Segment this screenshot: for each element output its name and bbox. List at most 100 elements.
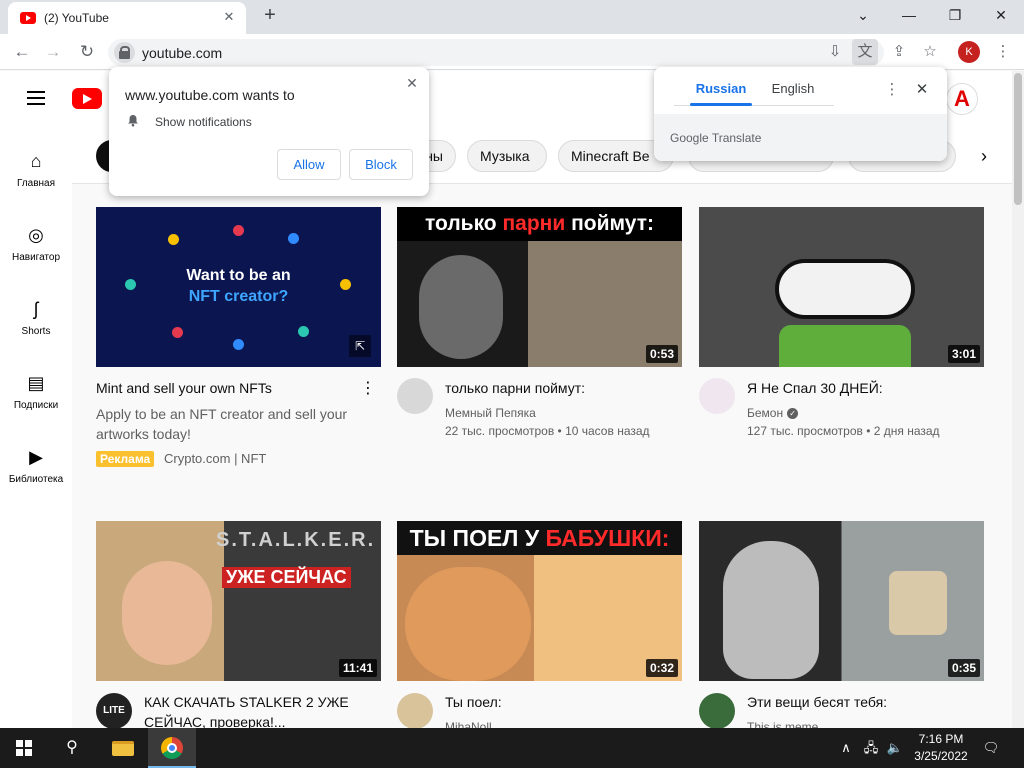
profile-avatar[interactable]: K xyxy=(958,41,980,63)
ad-advertiser[interactable]: Crypto.com | NFT xyxy=(164,450,266,468)
guide-sidebar: ⌂ Главная ◎ Навигатор ʃ Shorts ▤ Подписк… xyxy=(0,128,72,728)
allow-button[interactable]: Allow xyxy=(277,149,341,180)
caption-part: БАБУШКИ: xyxy=(545,525,670,551)
guide-item-label: Shorts xyxy=(21,326,51,337)
share-icon[interactable]: ⇪ xyxy=(886,39,912,65)
video-thumbnail[interactable]: только парни поймут: 0:53 xyxy=(397,207,682,367)
external-link-icon[interactable]: ⇱ xyxy=(349,335,371,357)
chip-music[interactable]: Музыка xyxy=(467,140,547,172)
duration-badge: 3:01 xyxy=(947,345,980,363)
channel-name[interactable]: Бемон ✓ xyxy=(747,404,799,422)
active-tab-indicator xyxy=(690,103,752,106)
video-thumbnail[interactable]: 3:01 xyxy=(699,207,984,367)
notification-permission-prompt: www.youtube.com wants to ✕ Show notifica… xyxy=(109,67,429,196)
back-button[interactable]: ← xyxy=(9,39,35,65)
taskbar-clock[interactable]: 7:16 PM 3/25/2022 xyxy=(914,731,968,765)
notification-center-icon[interactable]: 🗨 xyxy=(980,728,1002,768)
verified-icon: ✓ xyxy=(787,408,799,420)
tray-chevron-icon[interactable]: ∧ xyxy=(836,728,856,768)
url-text[interactable]: youtube.com xyxy=(142,45,222,61)
chrome-menu-icon[interactable]: ⋮ xyxy=(990,39,1016,65)
prompt-close-icon[interactable]: ✕ xyxy=(403,74,421,92)
guide-item-explore[interactable]: ◎ Навигатор xyxy=(0,212,72,276)
translate-bubble: Russian English ⋮ ✕ Google Translate xyxy=(654,67,947,161)
more-options-icon[interactable]: ⋮ xyxy=(884,81,900,99)
guide-item-library[interactable]: ▶ Библиотека xyxy=(0,434,72,498)
tab-target-language[interactable]: English xyxy=(766,81,820,96)
tab-close-icon[interactable]: ✕ xyxy=(220,8,238,26)
duration-badge: 0:32 xyxy=(645,659,678,677)
video-thumbnail[interactable]: 0:35 xyxy=(699,521,984,681)
new-tab-button[interactable]: + xyxy=(258,3,282,27)
thumbnail-cartoon-eyes xyxy=(775,259,915,319)
ad-description: Apply to be an NFT creator and sell your… xyxy=(96,406,348,442)
caption-part: парни xyxy=(502,212,566,235)
guide-item-subscriptions[interactable]: ▤ Подписки xyxy=(0,360,72,424)
lock-icon[interactable] xyxy=(114,42,135,63)
video-thumbnail[interactable]: ТЫ ПОЕЛ У БАБУШКИ: 0:32 xyxy=(397,521,682,681)
channel-avatar[interactable] xyxy=(699,378,735,414)
caption-part: только xyxy=(425,212,503,235)
prompt-title: www.youtube.com wants to xyxy=(125,87,295,103)
tab-search-button[interactable]: ⌄ xyxy=(840,0,886,30)
channel-name-text: Бемон xyxy=(747,406,784,420)
thumbnail-object xyxy=(889,571,947,635)
channel-name[interactable]: This is meme xyxy=(747,718,818,728)
ad-thumbnail[interactable]: Want to be an NFT creator? ⇱ xyxy=(96,207,381,367)
guide-item-label: Главная xyxy=(16,178,56,189)
channel-name[interactable]: Мемный Пепяка xyxy=(445,404,536,422)
youtube-logo-icon[interactable] xyxy=(72,88,102,109)
channel-avatar[interactable]: LITE xyxy=(96,693,132,728)
video-stats: 127 тыс. просмотров • 2 дня назад xyxy=(747,424,940,438)
video-title[interactable]: Ты поел: xyxy=(445,692,665,712)
volume-icon[interactable]: 🔈 xyxy=(884,728,906,768)
file-explorer-icon[interactable] xyxy=(112,741,134,756)
duration-badge: 0:53 xyxy=(645,345,678,363)
permission-text: Show notifications xyxy=(155,115,252,129)
scrollbar-thumb[interactable] xyxy=(1014,73,1022,205)
video-title[interactable]: Я Не Спал 30 ДНЕЙ: xyxy=(747,378,967,398)
address-bar[interactable]: youtube.com ⇩ 文 xyxy=(108,39,884,66)
decor-dot xyxy=(298,326,309,337)
minimize-button[interactable]: — xyxy=(886,0,932,30)
bookmark-star-icon[interactable]: ☆ xyxy=(917,39,943,65)
home-icon: ⌂ xyxy=(30,151,42,171)
google-translate-brand: Google Translate xyxy=(670,131,762,145)
tab-title: (2) YouTube xyxy=(44,11,109,25)
guide-item-shorts[interactable]: ʃ Shorts xyxy=(0,286,72,350)
channel-name[interactable]: MihaNoll xyxy=(445,718,492,728)
ad-thumb-line2: NFT creator? xyxy=(188,288,289,305)
network-icon[interactable]: 🖧 xyxy=(860,728,882,768)
video-title[interactable]: КАК СКАЧАТЬ STALKER 2 УЖЕ СЕЙЧАС, провер… xyxy=(144,692,374,728)
shorts-icon: ʃ xyxy=(34,299,38,319)
ad-menu-icon[interactable]: ⋮ xyxy=(360,379,376,399)
thumbnail-figure xyxy=(723,541,819,679)
guide-item-home[interactable]: ⌂ Главная xyxy=(0,138,72,202)
guide-menu-icon[interactable] xyxy=(27,91,45,105)
chip-next-icon[interactable]: › xyxy=(968,140,1000,172)
video-title[interactable]: Эти вещи бесят тебя: xyxy=(747,692,967,712)
chrome-icon xyxy=(161,737,183,759)
account-avatar[interactable]: А xyxy=(946,83,978,115)
search-icon[interactable]: ⚲ xyxy=(48,728,96,768)
video-thumbnail[interactable]: S.T.A.L.K.E.R. 2 УЖЕ СЕЙЧАС 11:41 xyxy=(96,521,381,681)
install-app-icon[interactable]: ⇩ xyxy=(822,39,848,65)
page-scrollbar[interactable] xyxy=(1012,71,1024,728)
translate-close-icon[interactable]: ✕ xyxy=(912,80,932,100)
translate-icon[interactable]: 文 xyxy=(852,39,878,65)
decor-dot xyxy=(172,327,183,338)
tab-youtube[interactable]: (2) YouTube ✕ xyxy=(8,2,246,34)
channel-avatar[interactable] xyxy=(699,693,735,728)
channel-avatar[interactable] xyxy=(397,693,433,728)
tab-source-language[interactable]: Russian xyxy=(690,81,752,96)
channel-avatar[interactable] xyxy=(397,378,433,414)
video-title[interactable]: только парни поймут: xyxy=(445,378,665,398)
windows-start-icon[interactable] xyxy=(16,740,32,756)
restore-button[interactable]: ❐ xyxy=(932,0,978,30)
decor-dot xyxy=(233,339,244,350)
forward-button[interactable]: → xyxy=(40,39,66,65)
ad-title[interactable]: Mint and sell your own NFTs xyxy=(96,378,316,398)
reload-button[interactable]: ↻ xyxy=(74,39,100,65)
close-window-button[interactable]: ✕ xyxy=(978,0,1024,30)
block-button[interactable]: Block xyxy=(349,149,413,180)
